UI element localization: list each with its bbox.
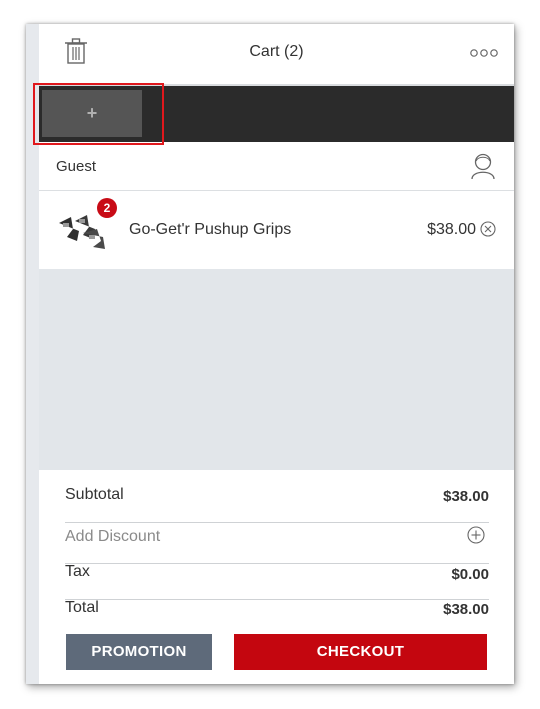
subtotal-value: $38.00 bbox=[443, 488, 489, 505]
tax-value: $0.00 bbox=[451, 566, 489, 583]
add-discount-row[interactable]: Add Discount bbox=[65, 525, 489, 564]
product-price: $38.00 bbox=[427, 221, 476, 238]
total-label: Total bbox=[65, 599, 99, 616]
tax-label: Tax bbox=[65, 563, 90, 580]
more-options-icon[interactable] bbox=[470, 48, 498, 58]
highlight-box bbox=[33, 83, 164, 145]
customer-row[interactable]: Guest bbox=[39, 142, 514, 191]
promotion-button[interactable]: PROMOTION bbox=[66, 634, 212, 670]
product-name: Go-Get'r Pushup Grips bbox=[129, 221, 292, 238]
cart-title: Cart (2) bbox=[249, 43, 304, 60]
add-discount-icon[interactable] bbox=[467, 526, 485, 544]
subtotal-label: Subtotal bbox=[65, 486, 124, 503]
remove-item-icon[interactable] bbox=[480, 221, 496, 237]
cart-header: Cart (2) bbox=[39, 24, 514, 86]
checkout-button[interactable]: CHECKOUT bbox=[234, 634, 487, 670]
total-value: $38.00 bbox=[443, 601, 489, 618]
cart-line-item[interactable]: 2 Go-Get'r Pushup Grips $38.00 bbox=[39, 191, 514, 269]
add-discount-label[interactable]: Add Discount bbox=[65, 528, 160, 546]
tax-row: Tax $0.00 bbox=[65, 561, 489, 600]
subtotal-row: Subtotal $38.00 bbox=[65, 484, 489, 523]
cart-empty-area bbox=[39, 269, 514, 470]
total-row: Total $38.00 bbox=[65, 597, 489, 635]
quantity-badge: 2 bbox=[97, 198, 117, 218]
customer-profile-icon[interactable] bbox=[470, 152, 496, 180]
customer-name: Guest bbox=[56, 158, 97, 175]
